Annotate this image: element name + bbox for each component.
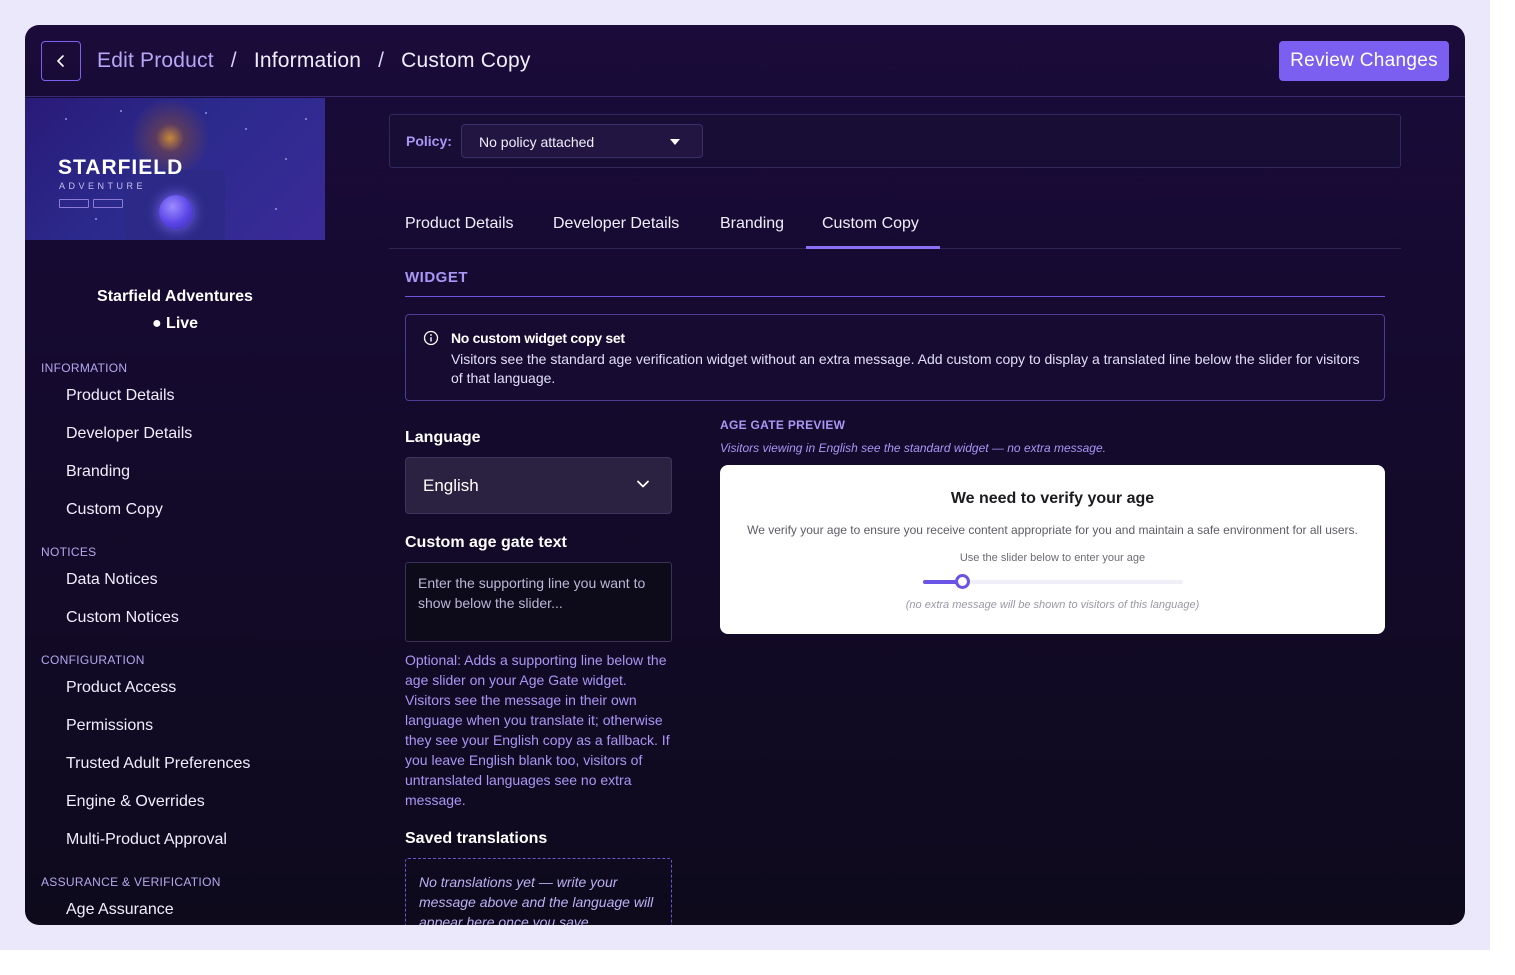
info-title: No custom widget copy set (451, 330, 625, 346)
preview-body: We verify your age to ensure you receive… (747, 523, 1358, 537)
thumbnail-button-shape (59, 199, 89, 208)
saved-translations-empty-state: No translations yet — write your message… (405, 858, 672, 925)
policy-select-value: No policy attached (479, 134, 595, 150)
sidebar-item-custom-copy[interactable]: Custom Copy (66, 501, 163, 519)
policy-select[interactable]: No policy attached (461, 124, 703, 158)
sidebar-item-engine-overrides[interactable]: Engine & Overrides (66, 793, 205, 811)
breadcrumb-custom-copy: Custom Copy (401, 49, 531, 72)
breadcrumb-edit-product[interactable]: Edit Product (97, 49, 214, 73)
language-select[interactable]: English (405, 457, 672, 514)
thumbnail-title: STARFIELD (58, 156, 184, 179)
breadcrumb-separator: / (230, 49, 237, 72)
preview-slider-thumb[interactable] (955, 574, 970, 589)
sidebar-item-custom-notices[interactable]: Custom Notices (66, 609, 179, 627)
divider (405, 296, 1385, 297)
review-changes-button[interactable]: Review Changes (1279, 41, 1449, 81)
preview-note: Visitors viewing in English see the stan… (720, 441, 1106, 455)
nav-section-configuration: CONFIGURATION (41, 653, 145, 667)
caret-down-icon (670, 139, 680, 145)
sidebar-item-permissions[interactable]: Permissions (66, 717, 153, 735)
active-tab-indicator (806, 246, 940, 249)
custom-age-gate-text-input[interactable] (405, 562, 672, 642)
nav-section-information: INFORMATION (41, 361, 128, 375)
thumbnail-subtitle: ADVENTURE (59, 181, 147, 191)
sidebar-item-age-assurance[interactable]: Age Assurance (66, 901, 174, 919)
tab-product-details[interactable]: Product Details (405, 215, 514, 233)
chevron-down-icon (637, 480, 649, 488)
product-thumbnail: STARFIELD ADVENTURE (25, 98, 325, 240)
sidebar-item-data-notices[interactable]: Data Notices (66, 571, 158, 589)
sidebar-item-branding[interactable]: Branding (66, 463, 130, 481)
sidebar-item-product-details[interactable]: Product Details (66, 387, 175, 405)
saved-translations-label: Saved translations (405, 830, 548, 847)
tab-custom-copy[interactable]: Custom Copy (822, 215, 919, 233)
header-bar: Edit Product / Information / Custom Copy… (25, 25, 1465, 97)
sidebar-item-multi-product-approval[interactable]: Multi-Product Approval (66, 831, 227, 849)
saved-translations-empty-text: No translations yet — write your message… (419, 874, 654, 925)
info-body: Visitors see the standard age verificati… (451, 351, 1360, 386)
preview-footer-note: (no extra message will be shown to visit… (905, 599, 1200, 611)
back-button[interactable] (41, 41, 81, 81)
nav-section-notices: NOTICES (41, 545, 97, 559)
tab-developer-details[interactable]: Developer Details (553, 215, 679, 233)
product-name: Starfield Adventures (97, 288, 253, 305)
nav-section-assurance: ASSURANCE & VERIFICATION (41, 875, 221, 889)
thumbnail-button-shape (93, 199, 123, 208)
preview-title: We need to verify your age (950, 490, 1155, 507)
breadcrumb: Edit Product / Information / Custom Copy (97, 47, 531, 75)
language-select-value: English (423, 476, 479, 495)
custom-text-label: Custom age gate text (405, 534, 567, 551)
sidebar-item-trusted-adult-preferences[interactable]: Trusted Adult Preferences (66, 755, 250, 773)
app-window: Edit Product / Information / Custom Copy… (25, 25, 1465, 925)
age-gate-preview-card: We need to verify your age We verify you… (720, 465, 1385, 634)
custom-text-hint: Optional: Adds a supporting line below t… (405, 652, 670, 808)
sidebar-item-product-access[interactable]: Product Access (66, 679, 176, 697)
sidebar-item-developer-details[interactable]: Developer Details (66, 425, 192, 443)
page-margin-right (1490, 0, 1515, 975)
page-margin-bottom (0, 950, 1515, 975)
info-callout: No custom widget copy set Visitors see t… (405, 314, 1385, 401)
breadcrumb-separator: / (378, 49, 385, 72)
policy-bar: Policy: No policy attached (389, 114, 1401, 168)
section-title-widget: WIDGET (405, 269, 468, 286)
policy-label: Policy: (406, 133, 452, 149)
info-icon (423, 330, 439, 346)
sidebar: STARFIELD ADVENTURE Starfield Adventures… (25, 98, 325, 925)
tab-branding[interactable]: Branding (720, 215, 784, 233)
tab-bar: Product Details Developer Details Brandi… (389, 208, 1401, 249)
preview-slider-label: Use the slider below to enter your age (959, 552, 1146, 564)
preview-label: AGE GATE PREVIEW (720, 418, 846, 432)
breadcrumb-information[interactable]: Information (254, 49, 361, 73)
language-label: Language (405, 429, 481, 446)
status-badge: ● Live (151, 315, 199, 332)
chevron-left-icon (57, 55, 64, 67)
planet-icon (159, 195, 193, 229)
